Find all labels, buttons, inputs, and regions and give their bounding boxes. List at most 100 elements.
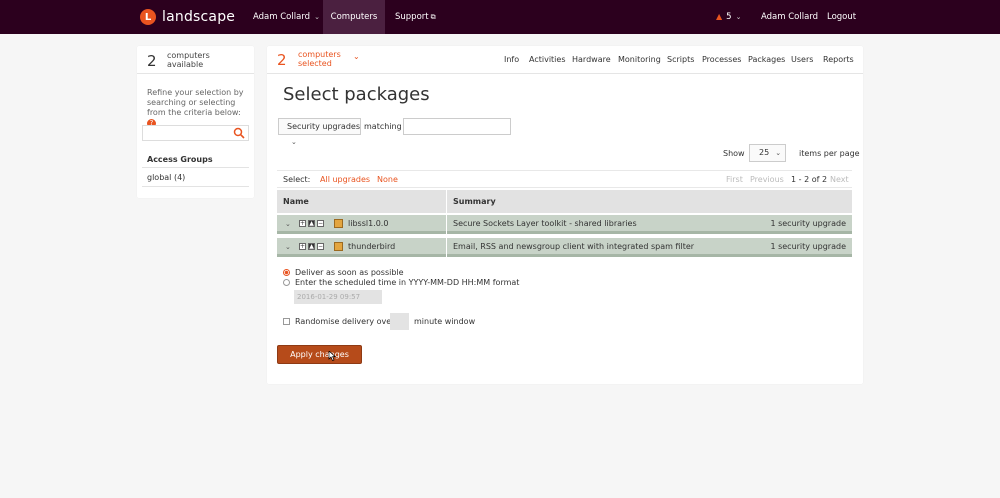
page-range: 1 - 2 of 2 [791,175,828,184]
page-title: Select packages [283,84,430,105]
nav-support[interactable]: Support ⧉ [395,0,436,34]
package-status: 1 security upgrade [770,242,846,251]
selected-count[interactable]: 2 [277,51,287,69]
alerts-count: 5 [726,12,732,22]
tab-activities[interactable]: Activities [529,55,566,64]
selected-label-line-1: computers [298,50,341,59]
computer-header: 2 computers selected ⌄ Info Activities H… [267,46,863,74]
external-link-icon: ⧉ [430,13,436,21]
chevron-down-icon: ⌄ [291,138,297,146]
column-summary[interactable]: Summary [453,197,496,206]
package-summary: Secure Sockets Layer toolkit - shared li… [453,219,637,228]
upgrade-type-select[interactable]: Security upgrades ⌄ [278,118,361,146]
packages-table-header: Name Summary [277,190,852,213]
per-page-label: items per page [799,149,860,158]
expand-icon[interactable]: ⌄ [285,243,291,251]
divider [142,186,249,187]
selection-bar: Select: All upgrades None First Previous… [277,170,852,188]
upgrade-type-value: Security upgrades [287,122,360,131]
account-menu[interactable]: Adam Collard ⌄ [253,0,320,34]
table-row[interactable]: ⌄ + ▲ − libssl1.0.0 Secure Sockets Layer… [277,215,852,234]
selected-label-line-2: selected [298,59,332,68]
selection-sidebar: 2 computers available Refine your select… [137,46,254,198]
divider [446,238,447,257]
install-icon[interactable]: + [299,243,306,250]
first-page-link[interactable]: First [726,175,743,184]
page-size-value: 25 [759,148,770,157]
divider [142,167,249,168]
search-input[interactable] [142,125,249,141]
search-icon[interactable] [233,127,245,139]
chevron-down-icon[interactable]: ⌄ [353,52,360,61]
select-all-upgrades-link[interactable]: All upgrades [320,175,370,184]
access-groups-title: Access Groups [147,155,213,164]
package-summary: Email, RSS and newsgroup client with int… [453,242,695,251]
package-search-input[interactable] [403,118,511,135]
available-count: 2 [147,52,157,70]
refine-instructions: Refine your selection by searching or se… [147,88,251,128]
account-name: Adam Collard [253,12,311,22]
available-computers[interactable]: 2 computers available [137,46,254,74]
brand-name: landscape [162,9,236,25]
deliver-scheduled-radio[interactable] [283,279,290,286]
refine-text: Refine your selection by searching or se… [147,88,244,117]
show-label: Show [723,149,745,158]
apply-changes-button[interactable]: Apply changes [277,345,362,364]
nav-computers[interactable]: Computers [323,0,385,34]
next-page-link[interactable]: Next [830,175,849,184]
tab-users[interactable]: Users [791,55,813,64]
selected-label[interactable]: computers selected [298,50,341,68]
randomise-label: Randomise delivery over a [295,317,402,326]
package-name[interactable]: libssl1.0.0 [348,219,388,228]
divider [446,190,447,213]
tab-scripts[interactable]: Scripts [667,55,694,64]
deliver-asap-radio[interactable] [283,269,290,276]
randomise-minutes-input[interactable] [390,313,409,330]
tab-reports[interactable]: Reports [823,55,854,64]
chevron-down-icon: ⌄ [314,13,320,21]
page-size-select[interactable]: 25 ⌄ [749,144,786,162]
scheduled-time-input[interactable]: 2016-01-29 09:57 [294,290,382,304]
column-name[interactable]: Name [283,197,309,206]
matching-label: matching [364,122,402,131]
access-group-item[interactable]: global (4) [147,173,185,182]
chevron-down-icon: ⌄ [775,149,782,157]
divider [446,215,447,234]
install-icon[interactable]: + [299,220,306,227]
tab-packages[interactable]: Packages [748,55,785,64]
deliver-scheduled-label: Enter the scheduled time in YYYY-MM-DD H… [295,278,520,287]
available-label-line-2: available [167,60,204,69]
tab-processes[interactable]: Processes [702,55,741,64]
main-panel: 2 computers selected ⌄ Info Activities H… [267,46,863,384]
landscape-logo-icon: L [140,9,156,25]
expand-icon[interactable]: ⌄ [285,220,291,228]
user-menu[interactable]: Adam Collard [761,0,818,34]
randomise-delivery-checkbox[interactable] [283,318,290,325]
available-label-line-1: computers [167,51,210,60]
package-name[interactable]: thunderbird [348,242,395,251]
deliver-asap-label: Deliver as soon as possible [295,268,404,277]
previous-page-link[interactable]: Previous [750,175,784,184]
user-name: Adam Collard [761,12,819,22]
table-row[interactable]: ⌄ + ▲ − thunderbird Email, RSS and newsg… [277,238,852,257]
upgrade-icon[interactable]: ▲ [308,220,315,227]
select-none-link[interactable]: None [377,175,398,184]
mouse-cursor-icon [328,351,336,361]
alert-triangle-icon: ▲ [716,12,723,21]
nav-computers-label: Computers [330,12,378,22]
nav-support-label: Support [395,12,429,22]
remove-icon[interactable]: − [317,243,324,250]
tab-info[interactable]: Info [504,55,519,64]
logout-label: Logout [827,12,857,22]
available-label: computers available [167,51,210,69]
package-icon [334,242,343,251]
tab-monitoring[interactable]: Monitoring [618,55,661,64]
alerts-menu[interactable]: ▲ 5 ⌄ [716,0,741,34]
package-icon [334,219,343,228]
upgrade-icon[interactable]: ▲ [308,243,315,250]
brand-logo[interactable]: L landscape [140,7,235,27]
top-navigation-bar: L landscape Adam Collard ⌄ Computers Supp… [0,0,1000,34]
tab-hardware[interactable]: Hardware [572,55,611,64]
remove-icon[interactable]: − [317,220,324,227]
logout-link[interactable]: Logout [827,0,856,34]
